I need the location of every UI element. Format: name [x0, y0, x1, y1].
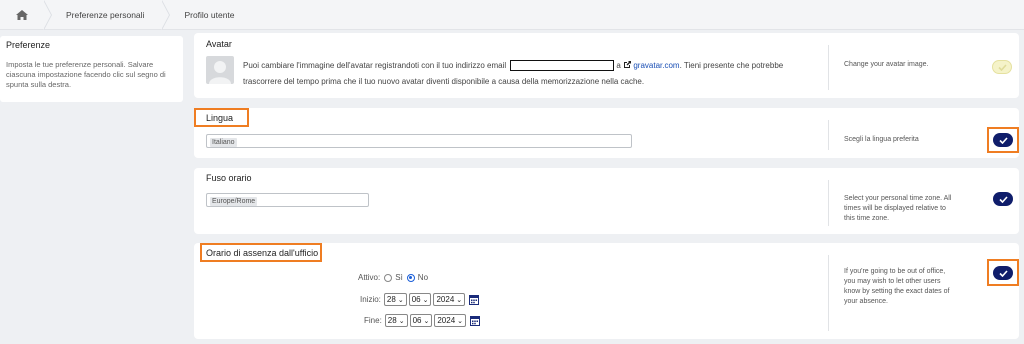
home-icon — [16, 9, 28, 20]
avatar-description: Puoi cambiare l'immagine dell'avatar reg… — [243, 60, 784, 86]
preferences-sidebar: Preferenze Imposta le tue preferenze per… — [0, 36, 183, 102]
avatar-help: Change your avatar image. — [844, 61, 929, 68]
external-link-icon — [624, 61, 632, 68]
breadcrumb-home[interactable] — [0, 0, 52, 30]
end-month-select[interactable]: 06 ⌄ — [409, 314, 433, 327]
sidebar-title: Preferenze — [6, 40, 51, 50]
breadcrumb-item-profile[interactable]: Profilo utente — [162, 0, 252, 29]
breadcrumb-label: Profilo utente — [184, 9, 235, 20]
start-month-select[interactable]: 06 ⌄ — [408, 293, 432, 306]
end-date-row: Fine: 28 ⌄ 06 ⌄ 2024 ⌄ — [364, 314, 481, 327]
end-day-select[interactable]: 28 ⌄ — [384, 314, 408, 327]
panel-divider — [828, 180, 829, 226]
chevron-down-icon: ⌄ — [422, 296, 429, 304]
timezone-title: Fuso orario — [206, 173, 252, 183]
check-icon — [998, 195, 1008, 203]
radio-yes-label: Sì — [395, 273, 403, 282]
avatar-panel: Avatar Puoi cambiare l'immagine dell'ava… — [194, 33, 1019, 98]
language-panel: Lingua Italiano Scegli la lingua preferi… — [194, 108, 1019, 158]
end-label: Fine: — [364, 316, 382, 325]
avatar — [206, 56, 234, 84]
chevron-down-icon: ⌄ — [456, 296, 463, 304]
timezone-value: Europe/Rome — [210, 197, 258, 206]
breadcrumb-item-preferences[interactable]: Preferenze personali — [44, 0, 171, 30]
start-label: Inizio: — [360, 295, 381, 304]
check-icon — [998, 136, 1008, 144]
start-day-select[interactable]: 28 ⌄ — [383, 293, 407, 306]
timezone-panel: Fuso orario Europe/Rome Select your pers… — [194, 168, 1019, 234]
chevron-down-icon: ⌄ — [398, 317, 405, 325]
panel-divider — [828, 45, 829, 90]
out-of-office-save-button[interactable] — [993, 266, 1013, 280]
calendar-icon[interactable] — [470, 315, 481, 326]
language-select[interactable]: Italiano — [206, 134, 632, 148]
check-icon — [998, 269, 1008, 277]
timezone-select[interactable]: Europe/Rome — [206, 193, 369, 207]
radio-yes[interactable] — [384, 273, 393, 282]
radio-no[interactable] — [406, 273, 415, 282]
breadcrumb-label: Preferenze personali — [66, 9, 145, 20]
email-redacted-box — [510, 60, 615, 72]
timezone-help: Select your personal time zone. All time… — [844, 195, 952, 222]
language-help: Scegli la lingua preferita — [844, 136, 919, 143]
active-label: Attivo: — [358, 273, 381, 282]
language-save-button[interactable] — [993, 133, 1013, 147]
out-of-office-title: Orario di assenza dall'ufficio — [206, 248, 319, 258]
breadcrumb: Preferenze personali Profilo utente — [0, 0, 1024, 30]
calendar-icon[interactable] — [469, 294, 480, 305]
avatar-title: Avatar — [206, 39, 232, 49]
timezone-save-button[interactable] — [993, 192, 1013, 206]
out-of-office-help: If you're going to be out of office, you… — [844, 268, 950, 305]
start-year-select[interactable]: 2024 ⌄ — [433, 293, 466, 306]
panel-divider — [828, 120, 829, 150]
end-year-select[interactable]: 2024 ⌄ — [434, 314, 467, 327]
gravatar-link[interactable]: gravatar.com — [633, 61, 679, 70]
active-row: Attivo: Sì No — [358, 273, 428, 282]
user-placeholder-icon — [209, 61, 231, 84]
chevron-down-icon: ⌄ — [423, 317, 430, 325]
out-of-office-panel: Orario di assenza dall'ufficio Attivo: S… — [194, 243, 1019, 339]
sidebar-description: Imposta le tue preferenze personali. Sal… — [6, 60, 166, 89]
radio-no-label: No — [417, 273, 429, 282]
avatar-save-button[interactable] — [992, 60, 1012, 74]
chevron-down-icon: ⌄ — [397, 296, 404, 304]
panel-divider — [828, 255, 829, 331]
chevron-down-icon: ⌄ — [457, 317, 464, 325]
language-value: Italiano — [210, 138, 237, 147]
start-date-row: Inizio: 28 ⌄ 06 ⌄ 2024 ⌄ — [360, 293, 480, 306]
check-icon — [997, 63, 1007, 71]
language-title: Lingua — [206, 113, 234, 123]
